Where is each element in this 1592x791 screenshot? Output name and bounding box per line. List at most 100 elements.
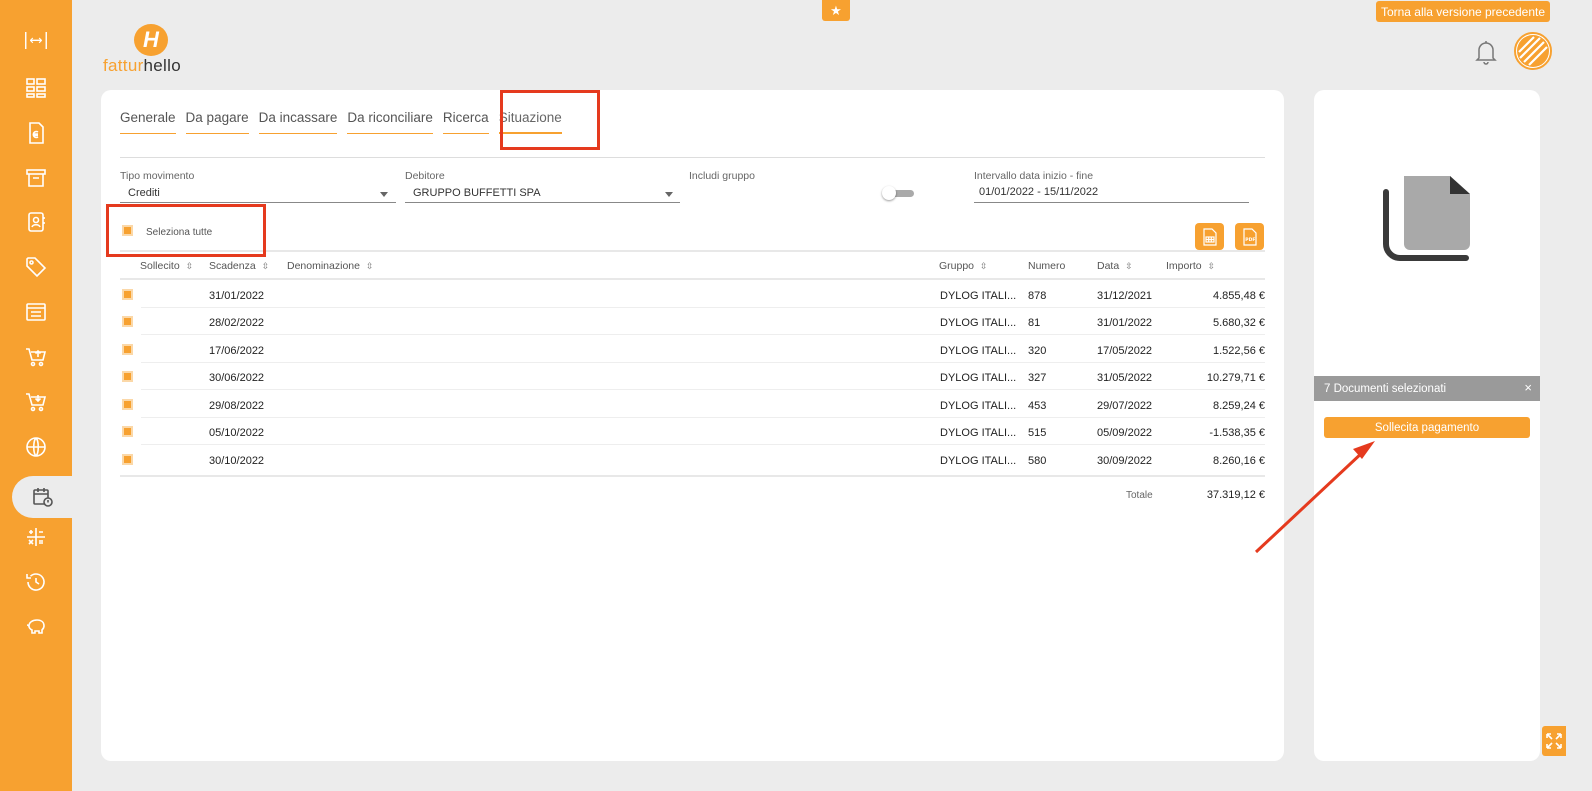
sidebar-item-calculator[interactable] [0, 517, 72, 557]
total-value: 37.319,12 € [1206, 489, 1265, 501]
selected-documents-bar: 7 Documenti selezionati × [1314, 376, 1540, 401]
sidebar-item-dashboard[interactable] [0, 68, 72, 108]
star-icon: ★ [830, 2, 842, 18]
history-icon [26, 573, 45, 591]
row-checkbox[interactable] [122, 371, 133, 382]
app-logo[interactable]: H fatturhello [103, 24, 213, 80]
cart-in-icon [26, 393, 47, 412]
sidebar-expand-button[interactable]: |⟷| [0, 20, 72, 60]
includi-gruppo-toggle[interactable] [882, 186, 916, 200]
row-checkbox[interactable] [122, 426, 133, 437]
highlight-situazione-tab [500, 90, 600, 150]
total-label: Totale [1126, 490, 1153, 501]
debitore-select[interactable]: GRUPPO BUFFETTI SPA [413, 187, 541, 199]
col-denominazione[interactable]: Denominazione ⇳ [287, 260, 374, 272]
sidebar-item-sales[interactable] [0, 382, 72, 422]
table-row[interactable]: 28/02/2022 DYLOG ITALI... 81 31/01/2022 … [101, 308, 1284, 335]
invoice-euro-icon [29, 122, 44, 144]
selection-panel: 7 Documenti selezionati × Sollecita paga… [1314, 90, 1540, 761]
notifications-bell-icon[interactable] [1474, 38, 1498, 66]
archive-icon [26, 169, 46, 187]
close-icon[interactable]: × [1524, 380, 1532, 395]
sort-icon: ⇳ [980, 261, 988, 271]
table-row[interactable]: 17/06/2022 DYLOG ITALI... 320 17/05/2022… [101, 336, 1284, 363]
documents-icon [1383, 176, 1470, 261]
sidebar-item-savings[interactable] [0, 607, 72, 647]
sort-icon: ⇳ [1125, 261, 1133, 271]
col-importo[interactable]: Importo ⇳ [1166, 260, 1215, 272]
sort-icon: ⇳ [365, 261, 374, 271]
export-excel-button[interactable] [1195, 223, 1224, 250]
tipo-movimento-select[interactable]: Crediti [128, 187, 160, 199]
tab-da-incassare[interactable]: Da incassare [258, 110, 338, 134]
row-checkbox[interactable] [122, 289, 133, 300]
table-row[interactable]: 31/01/2022 DYLOG ITALI... 878 31/12/2021… [101, 281, 1284, 308]
highlight-select-all [106, 204, 266, 257]
previous-version-button[interactable]: Torna alla versione precedente [1376, 1, 1550, 22]
table-row[interactable]: 30/10/2022 DYLOG ITALI... 580 30/09/2022… [101, 446, 1284, 473]
debitore-underline [405, 202, 680, 203]
expand-icon: |⟷| [20, 30, 52, 50]
sort-icon: ⇳ [1207, 261, 1216, 271]
sidebar-item-tags[interactable] [0, 247, 72, 287]
svg-text:PDF: PDF [1245, 237, 1255, 243]
intervallo-label: Intervallo data inizio - fine [974, 170, 1094, 182]
tab-generale[interactable]: Generale [120, 110, 176, 134]
tag-icon [26, 257, 47, 278]
includi-gruppo-label: Includi gruppo [689, 170, 755, 182]
avatar-icon [1517, 35, 1549, 67]
spreadsheet-icon [1202, 227, 1217, 246]
expand-arrows-icon [1546, 733, 1562, 749]
cart-out-icon [26, 348, 47, 367]
row-checkbox[interactable] [122, 399, 133, 410]
calculator-icon [27, 528, 45, 546]
tab-da-pagare[interactable]: Da pagare [185, 110, 249, 134]
sollecita-pagamento-button[interactable]: Sollecita pagamento [1324, 417, 1530, 438]
selected-documents-label: 7 Documenti selezionati [1324, 382, 1447, 395]
sidebar-item-archive[interactable] [0, 158, 72, 198]
intervallo-date-input[interactable]: 01/01/2022 - 15/11/2022 [979, 186, 1098, 198]
sort-icon: ⇳ [185, 261, 194, 271]
globe-icon [26, 437, 46, 457]
export-pdf-button[interactable]: PDF [1235, 223, 1264, 250]
user-avatar[interactable] [1514, 32, 1552, 70]
row-checkbox[interactable] [122, 344, 133, 355]
row-checkbox[interactable] [122, 454, 133, 465]
sidebar-item-web[interactable] [0, 427, 72, 467]
col-gruppo[interactable]: Gruppo ⇳ [939, 260, 988, 272]
debitore-chevron-down-icon[interactable] [665, 192, 673, 197]
table-row[interactable]: 29/08/2022 DYLOG ITALI... 453 29/07/2022… [101, 391, 1284, 418]
sidebar-item-invoices[interactable] [0, 113, 72, 153]
tab-ricerca[interactable]: Ricerca [442, 110, 489, 134]
tabs-divider [120, 157, 1265, 158]
logo-mark: H [134, 24, 168, 56]
sidebar-item-payment-schedule[interactable] [12, 476, 74, 518]
register-icon [26, 303, 46, 321]
favorite-button[interactable]: ★ [822, 0, 850, 21]
sidebar: |⟷| [0, 0, 74, 791]
table-row[interactable]: 30/06/2022 DYLOG ITALI... 327 31/05/2022… [101, 363, 1284, 390]
sidebar-item-history[interactable] [0, 562, 72, 602]
col-data[interactable]: Data ⇳ [1097, 260, 1133, 272]
main-card: Generale Da pagare Da incassare Da ricon… [101, 90, 1284, 761]
contacts-icon [28, 212, 45, 232]
tab-da-riconciliare[interactable]: Da riconciliare [347, 110, 433, 134]
sort-icon: ⇳ [261, 261, 270, 271]
table-row[interactable]: 05/10/2022 DYLOG ITALI... 515 05/09/2022… [101, 418, 1284, 445]
intervallo-underline [974, 202, 1249, 203]
tipo-movimento-chevron-down-icon[interactable] [380, 192, 388, 197]
sidebar-item-register[interactable] [0, 292, 72, 332]
dashboard-icon [26, 78, 46, 98]
tipo-movimento-label: Tipo movimento [120, 170, 195, 182]
col-scadenza[interactable]: Scadenza ⇳ [209, 260, 269, 272]
col-numero: Numero [1028, 260, 1066, 272]
sidebar-item-purchases[interactable] [0, 337, 72, 377]
row-checkbox[interactable] [122, 316, 133, 327]
payment-schedule-icon [33, 488, 53, 507]
fullscreen-toggle-button[interactable] [1542, 726, 1566, 756]
tab-bar: Generale Da pagare Da incassare Da ricon… [120, 110, 562, 134]
tipo-movimento-underline [120, 202, 396, 203]
piggy-bank-icon [26, 619, 45, 634]
col-sollecito[interactable]: Sollecito ⇳ [140, 260, 193, 272]
sidebar-item-contacts[interactable] [0, 202, 72, 242]
